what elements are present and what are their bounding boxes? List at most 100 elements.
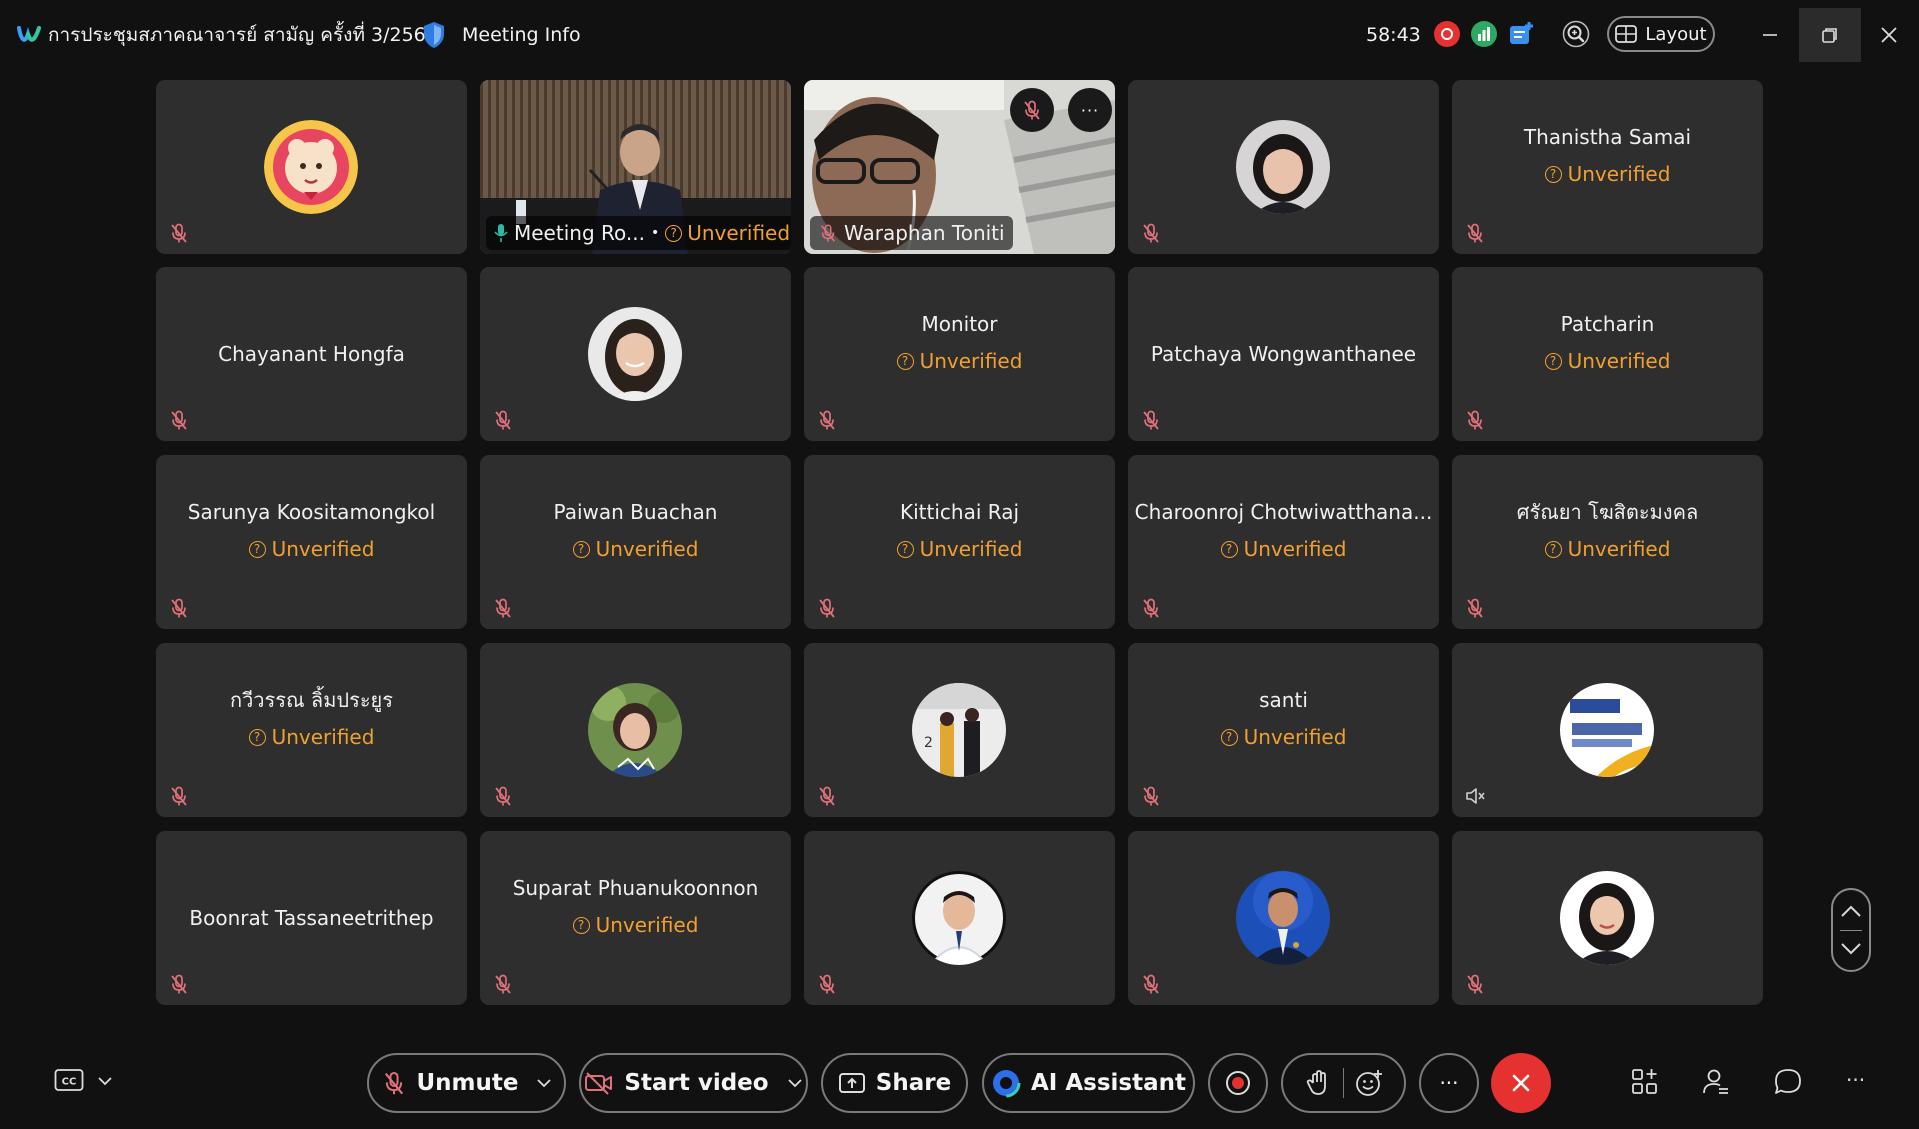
participant-tile[interactable]: Thanistha Samai ? Unverified — [1452, 80, 1763, 254]
participants-icon[interactable] — [1700, 1066, 1732, 1098]
recording-indicator-icon[interactable] — [1433, 20, 1461, 48]
participant-name: Charoonroj Chotwiwatthana... — [1134, 500, 1433, 524]
unverified-badge: ? Unverified — [1452, 162, 1763, 186]
participant-tile[interactable] — [1128, 831, 1439, 1005]
chevron-down-icon[interactable] — [536, 1075, 552, 1091]
meeting-info-link[interactable]: Meeting Info — [462, 22, 581, 48]
muted-mic-icon — [819, 786, 835, 807]
muted-mic-icon — [1143, 410, 1159, 431]
participant-tile[interactable]: Paiwan Buachan ? Unverified — [480, 455, 791, 629]
speaker-muted-icon — [1466, 788, 1485, 804]
unverified-badge: ? Unverified — [1452, 537, 1763, 561]
participant-tile[interactable]: Patcharin ? Unverified — [1452, 267, 1763, 441]
muted-mic-icon — [171, 786, 187, 807]
avatar — [1560, 683, 1654, 777]
chevron-down-icon[interactable] — [787, 1075, 803, 1091]
apps-icon[interactable] — [1629, 1066, 1661, 1098]
share-label: Share — [875, 1070, 952, 1096]
mute-participant-button[interactable] — [1010, 88, 1054, 132]
participant-name: Kittichai Raj — [899, 500, 1020, 524]
svg-text:CC: CC — [62, 1077, 77, 1088]
participant-tile[interactable] — [156, 80, 467, 254]
layout-button[interactable]: Layout — [1607, 16, 1715, 52]
page-up-icon[interactable] — [1833, 892, 1869, 932]
emoji-reaction-icon[interactable] — [1354, 1068, 1384, 1098]
participant-tile[interactable]: ศรัณยา โฆสิตะมงคล ? Unverified — [1452, 455, 1763, 629]
close-window-button[interactable] — [1858, 8, 1919, 62]
participant-name: ศรัณยา โฆสิตะมงคล — [1516, 500, 1699, 524]
participant-tile[interactable] — [804, 831, 1115, 1005]
share-screen-icon — [838, 1073, 865, 1093]
start-video-button[interactable]: Start video — [579, 1053, 808, 1113]
start-video-label: Start video — [624, 1070, 769, 1096]
participant-tile[interactable] — [1452, 643, 1763, 817]
muted-mic-icon — [495, 598, 511, 619]
muted-mic-icon — [819, 410, 835, 431]
svg-text:2: 2 — [924, 735, 933, 751]
page-down-icon[interactable] — [1833, 930, 1869, 970]
share-button[interactable]: Share — [821, 1053, 968, 1113]
participant-tile[interactable]: Patchaya Wongwanthanee — [1128, 267, 1439, 441]
participant-tile[interactable] — [480, 267, 791, 441]
participant-tile[interactable] — [1128, 80, 1439, 254]
participant-tile[interactable]: 2 — [804, 643, 1115, 817]
shield-icon[interactable] — [422, 21, 446, 49]
participant-tile[interactable]: Boonrat Tassaneetrithep — [156, 831, 467, 1005]
question-icon: ? — [248, 540, 266, 558]
participant-name: Monitor — [921, 312, 998, 336]
participant-tile-video[interactable]: ··· Waraphan Toniti — [804, 80, 1115, 254]
muted-mic-icon — [819, 598, 835, 619]
participant-tile[interactable]: Charoonroj Chotwiwatthana... ? Unverified — [1128, 455, 1439, 629]
restore-button[interactable] — [1799, 8, 1861, 62]
muted-mic-icon — [1467, 410, 1483, 431]
participant-tile[interactable] — [480, 643, 791, 817]
avatar — [588, 307, 682, 401]
muted-mic-icon — [384, 1071, 403, 1096]
unmute-label: Unmute — [416, 1070, 519, 1096]
closed-captions-icon[interactable]: CC — [54, 1068, 84, 1094]
video-off-icon — [585, 1072, 613, 1095]
participant-name: Thanistha Samai — [1523, 125, 1692, 149]
participant-tile-video[interactable]: Meeting Ro... • ? Unverified — [480, 80, 791, 254]
record-button[interactable] — [1208, 1053, 1268, 1113]
participant-tile[interactable]: Kittichai Raj ? Unverified — [804, 455, 1115, 629]
question-icon: ? — [896, 352, 914, 370]
notes-app-icon[interactable] — [1507, 20, 1535, 48]
close-icon — [1512, 1074, 1530, 1092]
layout-grid-icon — [1615, 25, 1638, 43]
participant-tile[interactable]: Chayanant Hongfa — [156, 267, 467, 441]
unverified-badge: ? Unverified — [1128, 725, 1439, 749]
unverified-badge: ? Unverified — [480, 913, 791, 937]
avatar — [1236, 120, 1330, 214]
more-toolbar-button[interactable]: ··· — [1846, 1068, 1865, 1092]
more-options-button[interactable]: ··· — [1419, 1053, 1479, 1113]
network-health-icon[interactable] — [1470, 20, 1498, 48]
chat-icon[interactable] — [1772, 1066, 1804, 1098]
participant-tile[interactable]: Sarunya Koositamongkol ? Unverified — [156, 455, 467, 629]
unverified-badge: ? Unverified — [804, 349, 1115, 373]
participant-tile[interactable]: santi ? Unverified — [1128, 643, 1439, 817]
unmute-button[interactable]: Unmute — [367, 1053, 566, 1113]
chevron-down-icon[interactable] — [97, 1073, 113, 1089]
grid-pager — [1831, 888, 1871, 972]
participant-tile[interactable] — [1452, 831, 1763, 1005]
participant-tile[interactable]: Suparat Phuanukoonnon ? Unverified — [480, 831, 791, 1005]
unverified-badge: ? Unverified — [1128, 537, 1439, 561]
participant-name: Meeting Ro... — [514, 221, 645, 245]
raise-hand-icon[interactable] — [1303, 1068, 1333, 1098]
ai-assistant-icon — [991, 1068, 1021, 1098]
participant-more-button[interactable]: ··· — [1068, 88, 1112, 132]
minimize-button[interactable] — [1739, 8, 1801, 62]
avatar — [912, 871, 1006, 965]
unverified-badge: ? Unverified — [804, 537, 1115, 561]
more-icon: ··· — [1080, 100, 1100, 120]
ai-assistant-button[interactable]: AI Assistant — [982, 1053, 1195, 1113]
participant-tile[interactable]: กวีวรรณ ลิ้มประยูร ? Unverified — [156, 643, 467, 817]
unverified-text: Unverified — [271, 537, 375, 561]
participant-tile[interactable]: Monitor ? Unverified — [804, 267, 1115, 441]
end-call-button[interactable] — [1491, 1053, 1551, 1113]
zoom-icon[interactable] — [1562, 20, 1590, 48]
question-icon: ? — [572, 540, 590, 558]
participant-name: Suparat Phuanukoonnon — [512, 876, 759, 900]
layout-label: Layout — [1645, 23, 1707, 45]
